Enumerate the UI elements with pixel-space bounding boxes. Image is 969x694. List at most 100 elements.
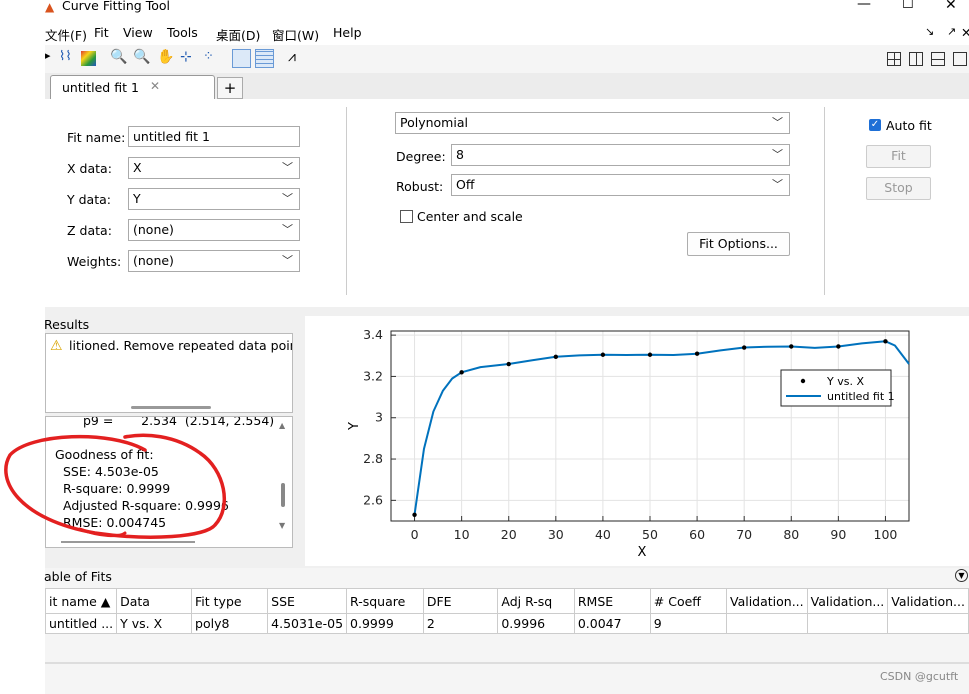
- zoom-out-icon[interactable]: 🔍: [133, 49, 151, 67]
- data-point[interactable]: [694, 351, 700, 356]
- menu-file[interactable]: 文件(F): [45, 25, 87, 44]
- weights-select[interactable]: (none) ﹀: [128, 250, 300, 272]
- col-sse[interactable]: SSE: [267, 588, 348, 614]
- fit-plot[interactable]: 0 10 20 30 40 50 60 70 80 90 100 2.6 2.8 3 3.2 3.4 X Y Y v…: [305, 316, 969, 566]
- col-coeff[interactable]: # Coeff: [649, 588, 727, 614]
- col-adj-rsq[interactable]: Adj R-sq: [497, 588, 575, 614]
- x-tick-label: 50: [642, 527, 658, 542]
- col-validation-2[interactable]: Validation...: [806, 588, 889, 614]
- plot-panel: 0 10 20 30 40 50 60 70 80 90 100 2.6 2.8 3 3.2 3.4 X Y Y v…: [305, 316, 969, 566]
- col-validation-1[interactable]: Validation...: [725, 588, 808, 614]
- cell-validation-1: [725, 613, 808, 634]
- legend-marker-points: [800, 378, 806, 384]
- toolbar: ▸ ⌇⌇ 🔍 🔍 ✋ ⊹ ⁘ ⩘: [45, 45, 969, 74]
- chevron-down-icon: ﹀: [772, 116, 783, 129]
- data-point[interactable]: [789, 344, 794, 349]
- add-tab-button[interactable]: +: [217, 77, 243, 99]
- menu-help[interactable]: Help: [333, 25, 362, 40]
- z-data-value: (none): [133, 222, 174, 237]
- fit-type-select[interactable]: Polynomial ﹀: [395, 112, 790, 134]
- fit-settings-panel: Fit name: untitled fit 1 X data: X ﹀ Y da…: [45, 99, 969, 307]
- center-scale-checkbox[interactable]: [400, 210, 413, 223]
- exclude-outliers-icon[interactable]: ⁘: [203, 49, 221, 67]
- divider: [824, 107, 825, 295]
- menu-view[interactable]: View: [123, 25, 153, 40]
- data-point[interactable]: [600, 352, 606, 357]
- horizontal-scrollbar[interactable]: [131, 406, 211, 409]
- col-dfe[interactable]: DFE: [422, 588, 499, 614]
- menu-tools[interactable]: Tools: [167, 25, 198, 40]
- data-point[interactable]: [506, 361, 511, 367]
- grid-toggle-icon[interactable]: [255, 49, 274, 68]
- scroll-up-icon[interactable]: ▲: [279, 421, 285, 430]
- data-icon[interactable]: ⌇⌇: [59, 49, 77, 67]
- minimize-button[interactable]: —: [857, 0, 871, 12]
- maximize-button[interactable]: ☐: [902, 0, 914, 12]
- collapse-icon[interactable]: ▼: [955, 569, 968, 582]
- zoom-in-icon[interactable]: 🔍: [110, 49, 128, 67]
- robust-select[interactable]: Off ﹀: [451, 174, 790, 196]
- x-data-select[interactable]: X ﹀: [128, 157, 300, 179]
- vertical-scrollbar[interactable]: [281, 483, 285, 507]
- tab-untitled-fit-1[interactable]: untitled fit 1 ✕: [50, 75, 215, 100]
- pan-hand-icon[interactable]: ✋: [157, 49, 175, 67]
- y-tick-label: 3.2: [363, 368, 383, 383]
- stop-button[interactable]: Stop: [866, 177, 931, 200]
- weights-label: Weights:: [67, 254, 122, 269]
- layout-single-icon[interactable]: [953, 52, 967, 66]
- data-point[interactable]: [647, 352, 653, 357]
- cell-sse: 4.5031e-05: [267, 613, 348, 634]
- data-point[interactable]: [553, 354, 559, 360]
- weights-value: (none): [133, 253, 174, 268]
- fit-button[interactable]: Fit: [866, 145, 931, 168]
- menu-window[interactable]: 窗口(W): [272, 25, 319, 44]
- x-tick-label: 60: [689, 527, 705, 542]
- title-bar: ▲ Curve Fitting Tool — ☐ ✕: [45, 0, 969, 20]
- y-tick-label: 3.4: [363, 327, 383, 342]
- data-point[interactable]: [836, 344, 841, 349]
- table-row[interactable]: untitled ... Y vs. X poly8 4.5031e-05 0.…: [44, 613, 969, 634]
- col-rsquare[interactable]: R-square: [346, 588, 424, 614]
- cell-dfe: 2: [422, 613, 499, 634]
- data-point[interactable]: [741, 345, 747, 350]
- fit-options-button[interactable]: Fit Options...: [687, 232, 790, 256]
- x-data-value: X: [133, 160, 142, 175]
- layout-grid-icon[interactable]: [887, 52, 901, 66]
- close-window-button[interactable]: ✕: [945, 0, 957, 13]
- robust-label: Robust:: [396, 179, 444, 194]
- data-point[interactable]: [883, 339, 888, 344]
- y-tick-label: 2.6: [363, 492, 383, 507]
- x-tick-label: 30: [548, 527, 564, 542]
- table-title: able of Fits: [44, 569, 112, 584]
- col-validation-3[interactable]: Validation...: [887, 588, 969, 614]
- colormap-icon[interactable]: [81, 51, 96, 66]
- col-fit-type[interactable]: Fit type: [191, 588, 269, 614]
- data-point[interactable]: [412, 512, 417, 518]
- scroll-down-icon[interactable]: ▼: [279, 521, 285, 530]
- degree-select[interactable]: 8 ﹀: [451, 144, 790, 166]
- chevron-down-icon: ﹀: [282, 192, 293, 205]
- cell-coeff: 9: [649, 613, 727, 634]
- undock-icon[interactable]: ↘: [925, 25, 934, 38]
- data-cursor-icon[interactable]: ⊹: [180, 49, 198, 67]
- residuals-plot-icon[interactable]: ⩘: [288, 49, 306, 67]
- fit-name-input[interactable]: untitled fit 1: [128, 126, 300, 147]
- auto-fit-checkbox[interactable]: ✓: [869, 119, 881, 131]
- z-data-select[interactable]: (none) ﹀: [128, 219, 300, 241]
- fit-type-value: Polynomial: [400, 115, 468, 130]
- col-rmse[interactable]: RMSE: [573, 588, 651, 614]
- data-point[interactable]: [459, 370, 464, 375]
- legend-toggle-icon[interactable]: [232, 49, 251, 68]
- x-axis-label: X: [638, 545, 647, 560]
- col-data[interactable]: Data: [116, 588, 193, 614]
- y-data-select[interactable]: Y ﹀: [128, 188, 300, 210]
- window-title: Curve Fitting Tool: [62, 0, 170, 13]
- close-tab-icon[interactable]: ✕: [150, 79, 160, 93]
- close-figure-icon[interactable]: ✕: [961, 25, 969, 40]
- layout-columns-icon[interactable]: [909, 52, 923, 66]
- menu-desktop[interactable]: 桌面(D): [216, 25, 260, 44]
- layout-rows-icon[interactable]: [931, 52, 945, 66]
- menu-fit[interactable]: Fit: [94, 25, 109, 40]
- dock-icon[interactable]: ↗: [947, 25, 956, 38]
- col-fit-name[interactable]: it name ▲: [44, 588, 118, 614]
